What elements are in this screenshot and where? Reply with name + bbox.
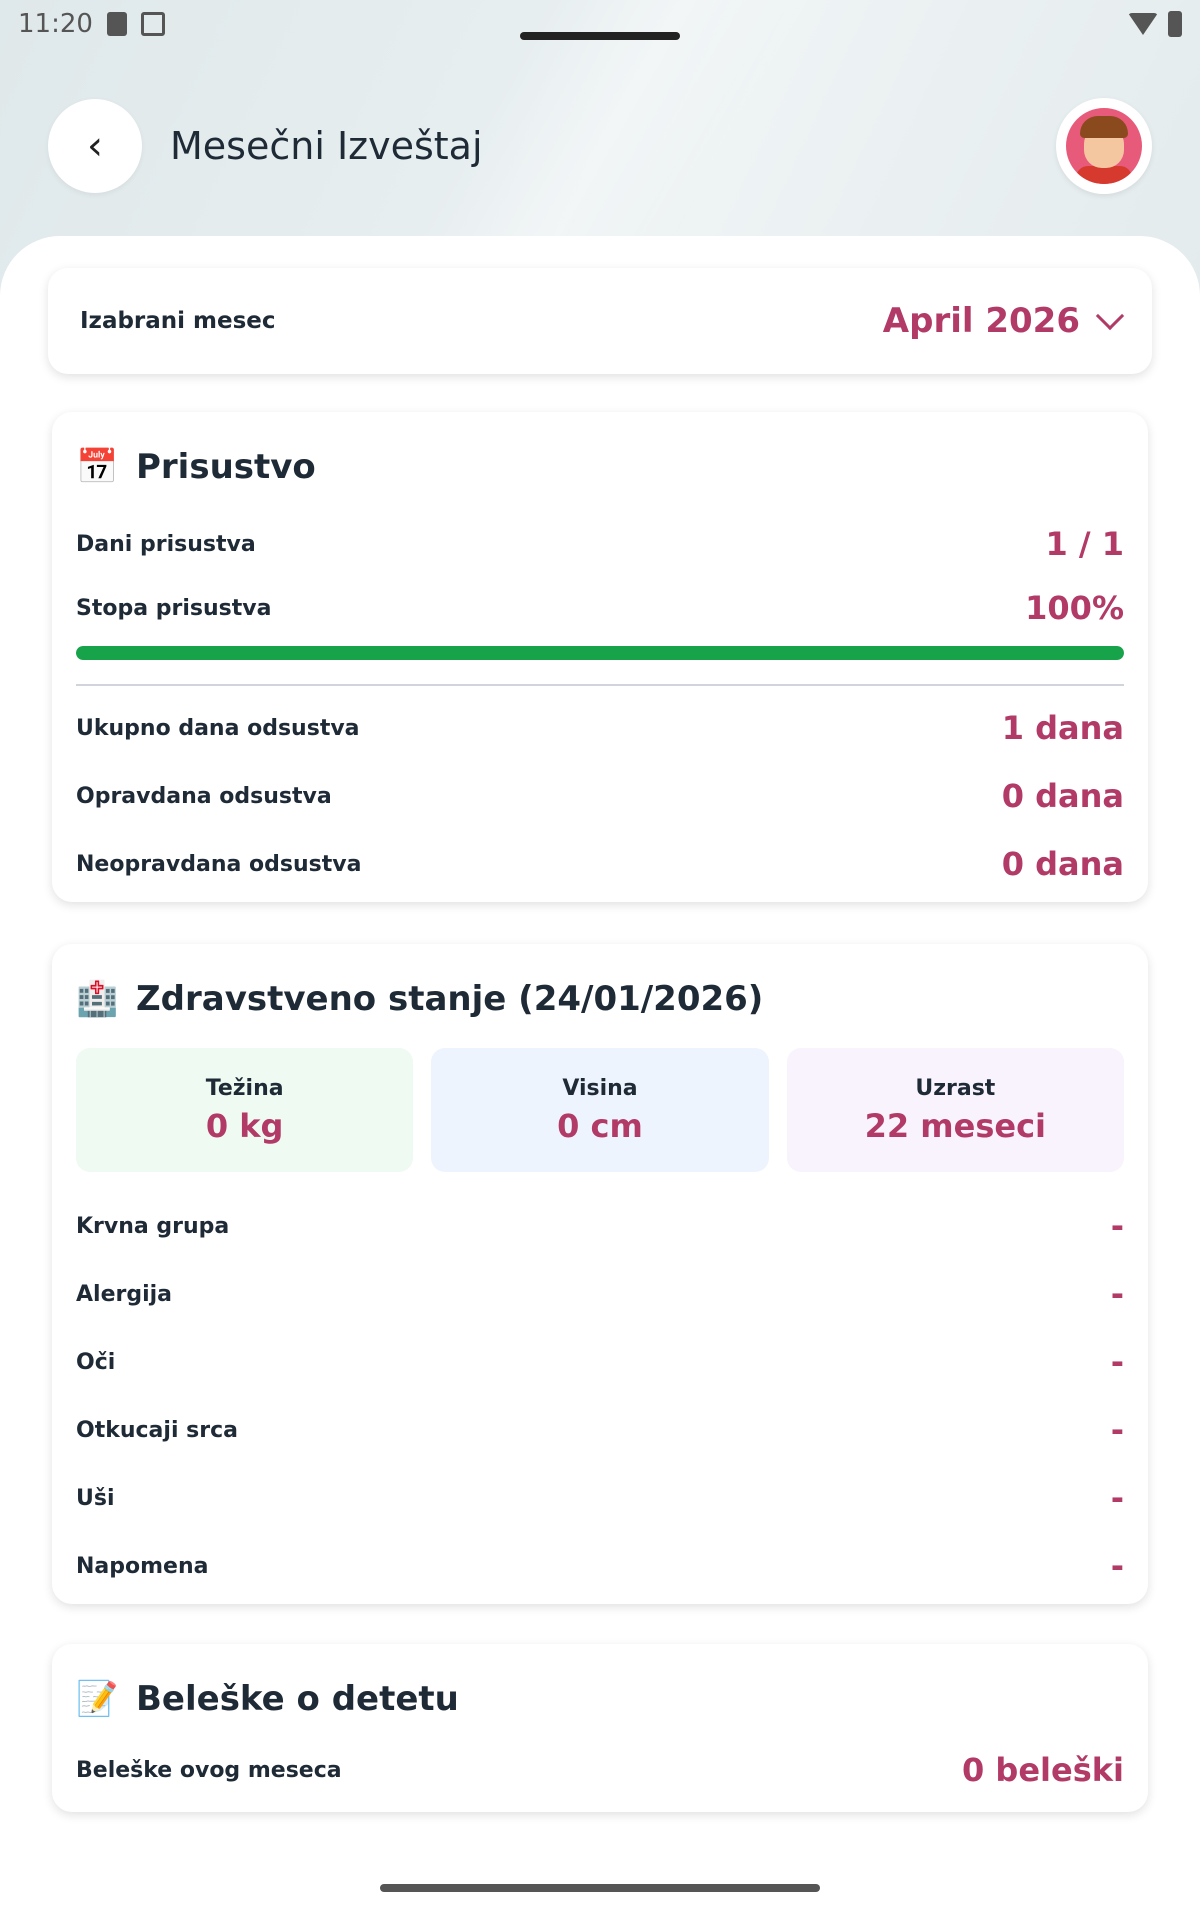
attendance-rate-label: Stopa prisustva (76, 595, 272, 621)
status-bar: 11:20 (0, 0, 1200, 48)
total-absence-row: Ukupno dana odsustva 1 dana (76, 694, 1124, 762)
divider (76, 684, 1124, 686)
month-value: April 2026 (882, 301, 1080, 341)
hospital-icon: 🏥 (76, 979, 119, 1019)
health-row-blood-type: Krvna grupa - (76, 1192, 1124, 1260)
excused-absence-label: Opravdana odsustva (76, 783, 332, 809)
excused-absence-value: 0 dana (1001, 777, 1124, 815)
unexcused-absence-value: 0 dana (1001, 845, 1124, 883)
health-title: Zdravstveno stanje (24/01/2026) (136, 979, 764, 1019)
attendance-rate-value: 100% (1025, 589, 1124, 627)
height-label: Visina (562, 1075, 638, 1101)
attendance-days-label: Dani prisustva (76, 531, 256, 557)
month-selector[interactable]: Izabrani mesec April 2026 (48, 268, 1152, 374)
notes-label: Beleške ovog meseca (76, 1757, 342, 1783)
notes-title: Beleške o detetu (136, 1679, 459, 1719)
allergy-value: - (1110, 1275, 1124, 1313)
total-absence-value: 1 dana (1001, 709, 1124, 747)
chevron-down-icon (1095, 301, 1125, 331)
eyes-label: Oči (76, 1349, 116, 1375)
back-button[interactable]: ‹ (48, 99, 142, 193)
weight-value: 0 kg (205, 1106, 284, 1145)
attendance-progress-bar (76, 646, 1124, 660)
health-stats: Težina 0 kg Visina 0 cm Uzrast 22 meseci (76, 1048, 1124, 1172)
note-label: Napomena (76, 1553, 209, 1579)
notes-card: 📝 Beleške o detetu Beleške ovog meseca 0… (52, 1644, 1148, 1812)
ears-value: - (1110, 1479, 1124, 1517)
weight-label: Težina (205, 1075, 284, 1101)
health-row-allergy: Alergija - (76, 1260, 1124, 1328)
health-row-heart-rate: Otkucaji srca - (76, 1396, 1124, 1464)
home-indicator[interactable] (380, 1884, 820, 1892)
attendance-title: Prisustvo (136, 447, 316, 487)
blood-type-label: Krvna grupa (76, 1213, 230, 1239)
eyes-value: - (1110, 1343, 1124, 1381)
sd-card-icon (106, 12, 127, 36)
age-value: 22 meseci (864, 1106, 1047, 1145)
excused-absence-row: Opravdana odsustva 0 dana (76, 762, 1124, 830)
child-avatar-icon (1066, 108, 1142, 184)
wifi-icon (1128, 13, 1158, 35)
health-row-ears: Uši - (76, 1464, 1124, 1532)
note-value: - (1110, 1547, 1124, 1585)
camera-notch (520, 32, 680, 40)
notes-row[interactable]: Beleške ovog meseca 0 beleški (76, 1744, 1124, 1796)
ears-label: Uši (76, 1485, 115, 1511)
heart-rate-label: Otkucaji srca (76, 1417, 238, 1443)
attendance-card: 📅 Prisustvo Dani prisustva 1 / 1 Stopa p… (52, 412, 1148, 902)
memo-icon: 📝 (76, 1679, 119, 1719)
unexcused-absence-row: Neopravdana odsustva 0 dana (76, 830, 1124, 898)
heart-rate-value: - (1110, 1411, 1124, 1449)
month-label: Izabrani mesec (80, 308, 276, 334)
page-title: Mesečni Izveštaj (170, 124, 483, 168)
total-absence-label: Ukupno dana odsustva (76, 715, 360, 741)
unexcused-absence-label: Neopravdana odsustva (76, 851, 362, 877)
blood-type-value: - (1110, 1207, 1124, 1245)
health-row-note: Napomena - (76, 1532, 1124, 1600)
attendance-rate-row: Stopa prisustva 100% (76, 576, 1124, 640)
chevron-left-icon: ‹ (87, 123, 103, 169)
height-stat: Visina 0 cm (431, 1048, 769, 1172)
screenshot-icon (140, 12, 165, 36)
attendance-days-value: 1 / 1 (1045, 525, 1125, 563)
age-stat: Uzrast 22 meseci (786, 1048, 1124, 1172)
attendance-days-row: Dani prisustva 1 / 1 (76, 512, 1124, 576)
battery-icon (1168, 11, 1182, 37)
app-header: ‹ Mesečni Izveštaj (48, 98, 1152, 194)
notes-count: 0 beleški (962, 1751, 1124, 1789)
height-value: 0 cm (557, 1106, 643, 1145)
calendar-icon: 📅 (76, 447, 119, 487)
health-card: 🏥 Zdravstveno stanje (24/01/2026) Težina… (52, 944, 1148, 1604)
status-time: 11:20 (18, 9, 93, 39)
weight-stat: Težina 0 kg (76, 1048, 414, 1172)
attendance-progress-fill (76, 646, 1124, 660)
avatar[interactable] (1056, 98, 1152, 194)
health-row-eyes: Oči - (76, 1328, 1124, 1396)
allergy-label: Alergija (76, 1281, 173, 1307)
age-label: Uzrast (915, 1075, 996, 1101)
